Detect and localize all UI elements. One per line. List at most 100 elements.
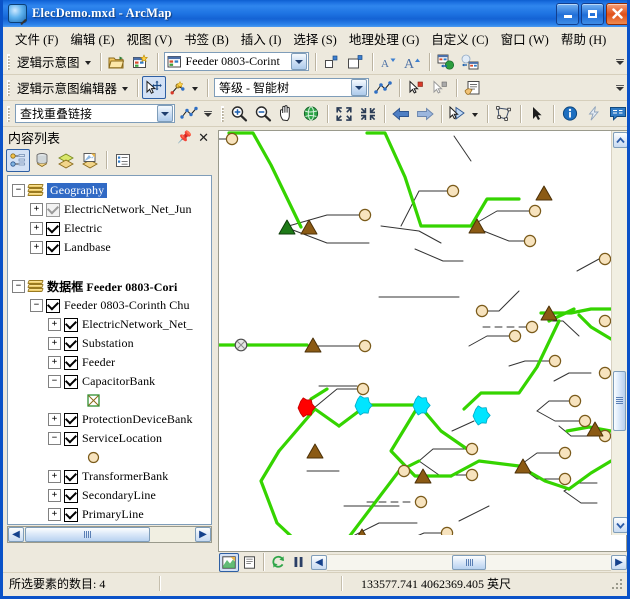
list-by-source-button[interactable] bbox=[30, 149, 54, 172]
layer-visibility-checkbox[interactable] bbox=[64, 375, 78, 389]
zoom-in-tool[interactable] bbox=[227, 102, 251, 125]
layer-visibility-checkbox[interactable] bbox=[64, 413, 78, 427]
scroll-left-button[interactable]: ◀ bbox=[8, 527, 24, 542]
map-scroll-down-button[interactable] bbox=[613, 517, 628, 533]
diagram-combo-dropdown[interactable] bbox=[291, 53, 307, 70]
toc-layer-protectiondevicebank[interactable]: + ProtectionDeviceBank bbox=[8, 410, 211, 429]
identify-tool[interactable] bbox=[558, 102, 582, 125]
layer-visibility-checkbox[interactable] bbox=[46, 241, 60, 255]
close-icon[interactable]: ✕ bbox=[198, 131, 209, 144]
expander-collapse-icon[interactable]: − bbox=[30, 299, 43, 312]
next-extent-button[interactable] bbox=[413, 102, 437, 125]
toolbar-grip[interactable] bbox=[7, 106, 10, 122]
scroll-right-button[interactable]: ▶ bbox=[195, 527, 211, 542]
layer-visibility-checkbox[interactable] bbox=[46, 299, 60, 313]
full-extent-tool[interactable] bbox=[299, 102, 323, 125]
find-combo[interactable]: 查找重叠链接 bbox=[15, 104, 175, 123]
toc-layer-feeder-0803-corinth[interactable]: − Feeder 0803-Corinth Chu bbox=[8, 296, 211, 315]
fixed-zoom-out-tool[interactable] bbox=[356, 102, 380, 125]
expander-expand-icon[interactable]: + bbox=[48, 356, 61, 369]
map-scroll-up-button[interactable] bbox=[613, 132, 628, 148]
map-horizontal-scroll-track[interactable] bbox=[327, 554, 611, 571]
diagram-combo[interactable]: Feeder 0803-Corint bbox=[164, 52, 309, 71]
toc-layer-feeder[interactable]: + Feeder bbox=[8, 353, 211, 372]
find-overlapping-links-button[interactable] bbox=[177, 102, 201, 125]
map-scroll-thumb[interactable] bbox=[613, 371, 626, 431]
layer-visibility-checkbox[interactable] bbox=[64, 508, 78, 522]
expander-expand-icon[interactable]: + bbox=[48, 337, 61, 350]
chevron-down-icon[interactable] bbox=[192, 87, 198, 91]
chevron-down-icon[interactable] bbox=[85, 61, 91, 65]
list-by-drawing-order-button[interactable] bbox=[6, 149, 30, 172]
toc-layer-servicelocation[interactable]: − ServiceLocation bbox=[8, 429, 211, 448]
toc-layer-electricnetwork-net-jun[interactable]: + ElectricNetwork_Net_Jun bbox=[8, 200, 211, 219]
layer-visibility-checkbox[interactable] bbox=[64, 356, 78, 370]
expander-expand-icon[interactable]: + bbox=[30, 222, 43, 235]
layer-visibility-checkbox[interactable] bbox=[64, 337, 78, 351]
expander-collapse-icon[interactable]: − bbox=[12, 280, 25, 293]
expander-collapse-icon[interactable]: − bbox=[48, 375, 61, 388]
collapse-node-button[interactable] bbox=[320, 50, 344, 73]
schematic-diagram[interactable] bbox=[219, 131, 611, 535]
menu-insert[interactable]: 插入 (I) bbox=[235, 27, 288, 50]
toc-layer-landbase[interactable]: + Landbase bbox=[8, 238, 211, 257]
menu-view[interactable]: 视图 (V) bbox=[121, 27, 178, 50]
layer-visibility-checkbox[interactable] bbox=[64, 470, 78, 484]
expander-expand-icon[interactable]: + bbox=[30, 203, 43, 216]
toc-layer-transformerbank[interactable]: + TransformerBank bbox=[8, 467, 211, 486]
layout-view-button[interactable] bbox=[239, 553, 259, 572]
list-by-visibility-button[interactable] bbox=[54, 149, 78, 172]
minimize-button[interactable] bbox=[556, 3, 579, 25]
menu-help[interactable]: 帮助 (H) bbox=[555, 27, 612, 50]
resize-grip[interactable] bbox=[610, 577, 624, 591]
menu-file[interactable]: 文件 (F) bbox=[9, 27, 64, 50]
previous-extent-button[interactable] bbox=[389, 102, 413, 125]
menu-edit[interactable]: 编辑 (E) bbox=[64, 27, 120, 50]
pause-drawing-button[interactable] bbox=[288, 553, 308, 572]
toc-layer-substation[interactable]: + Substation bbox=[8, 334, 211, 353]
toolbar-grip[interactable] bbox=[221, 106, 224, 122]
data-view-button[interactable] bbox=[219, 553, 239, 572]
move-schematic-tool[interactable] bbox=[142, 76, 166, 99]
find-tool[interactable] bbox=[582, 102, 606, 125]
menu-selection[interactable]: 选择 (S) bbox=[287, 27, 342, 50]
select-node-button[interactable] bbox=[404, 76, 428, 99]
find-combo-dropdown[interactable] bbox=[157, 105, 173, 122]
expander-expand-icon[interactable]: + bbox=[48, 470, 61, 483]
pan-tool[interactable] bbox=[275, 102, 299, 125]
increase-label-size-button[interactable]: A bbox=[401, 50, 425, 73]
select-link-button[interactable] bbox=[428, 76, 452, 99]
map-hscroll-thumb[interactable] bbox=[452, 555, 486, 570]
toolbar-grip[interactable] bbox=[7, 80, 10, 96]
map-scroll-left-button[interactable]: ◀ bbox=[311, 555, 327, 570]
maximize-button[interactable] bbox=[581, 3, 604, 25]
layout-combo-dropdown[interactable] bbox=[351, 79, 367, 96]
toolbar-grip[interactable] bbox=[7, 54, 10, 70]
menu-customize[interactable]: 自定义 (C) bbox=[425, 27, 494, 50]
toolbar-overflow-button[interactable] bbox=[615, 59, 625, 65]
toc-layer-electricnetwork-net[interactable]: + ElectricNetwork_Net_ bbox=[8, 315, 211, 334]
toc-layer-capacitorbank[interactable]: − CapacitorBank bbox=[8, 372, 211, 391]
expander-expand-icon[interactable]: + bbox=[48, 318, 61, 331]
schematic-menu-label[interactable]: 逻辑示意图 bbox=[13, 50, 83, 73]
map-scroll-right-button[interactable]: ▶ bbox=[611, 555, 627, 570]
toolbar-overflow-button[interactable] bbox=[203, 111, 213, 117]
decrease-label-size-button[interactable]: A bbox=[377, 50, 401, 73]
toc-layer-primaryline[interactable]: + PrimaryLine bbox=[8, 505, 211, 524]
pin-icon[interactable]: 📌 bbox=[177, 131, 192, 143]
toc-scroll-thumb[interactable] bbox=[25, 527, 150, 542]
zoom-out-tool[interactable] bbox=[251, 102, 275, 125]
select-elements-tool[interactable] bbox=[525, 102, 549, 125]
expander-collapse-icon[interactable]: − bbox=[48, 432, 61, 445]
expander-collapse-icon[interactable]: − bbox=[12, 184, 25, 197]
menu-geoprocessing[interactable]: 地理处理 (G) bbox=[343, 27, 425, 50]
expander-expand-icon[interactable]: + bbox=[48, 413, 61, 426]
layer-visibility-checkbox[interactable] bbox=[46, 222, 60, 236]
update-diagram-button[interactable] bbox=[458, 50, 482, 73]
apply-layout-button[interactable] bbox=[371, 76, 395, 99]
open-diagram-button[interactable] bbox=[105, 50, 129, 73]
refresh-diagram-button[interactable] bbox=[434, 50, 458, 73]
menu-bookmarks[interactable]: 书签 (B) bbox=[178, 27, 235, 50]
toc-layer-secondaryline[interactable]: + SecondaryLine bbox=[8, 486, 211, 505]
expander-expand-icon[interactable]: + bbox=[48, 508, 61, 521]
